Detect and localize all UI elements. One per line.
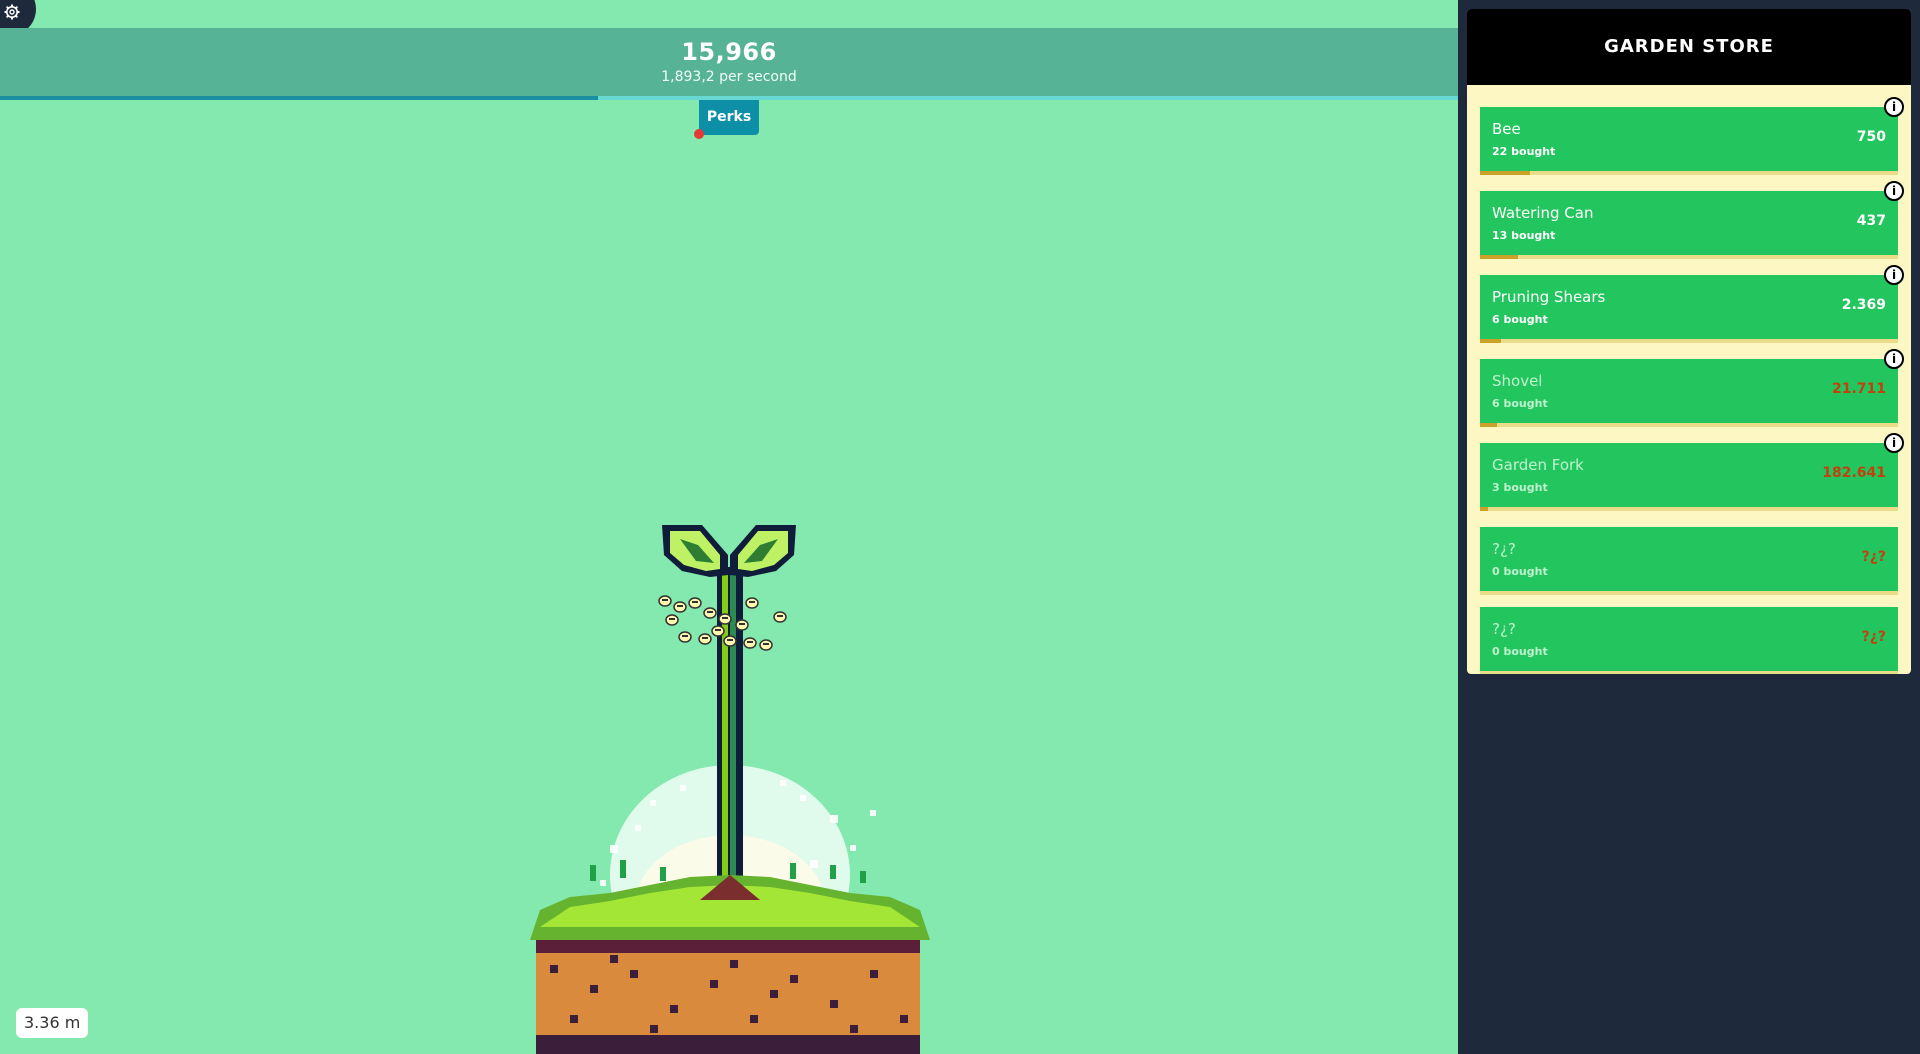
store-item-count: 22 bought	[1492, 145, 1556, 158]
store-item-price: 750	[1856, 129, 1886, 145]
store-item-count: 0 bought	[1492, 645, 1548, 658]
store-item[interactable]: ?¿? 0 bought ?¿?	[1480, 607, 1898, 674]
store-item[interactable]: Watering Can 13 bought 437 i	[1480, 181, 1904, 259]
store-item-price: 21.711	[1831, 381, 1886, 397]
notification-dot	[694, 129, 704, 139]
store-item-name: Bee	[1492, 120, 1521, 138]
store-item-count: 6 bought	[1492, 313, 1548, 326]
store-item-count: 3 bought	[1492, 481, 1548, 494]
score-bar: 15,966 1,893,2 per second	[0, 28, 1458, 98]
score-progress-fill	[0, 96, 598, 100]
store-item-name: ?¿?	[1492, 540, 1516, 558]
store-item-count: 0 bought	[1492, 565, 1548, 578]
store-item[interactable]: Bee 22 bought 750 i	[1480, 97, 1904, 175]
store-item-progress	[1480, 423, 1497, 427]
soil-block	[530, 860, 930, 1054]
info-icon[interactable]: i	[1884, 265, 1904, 285]
store-item-name: Watering Can	[1492, 204, 1594, 222]
store-item[interactable]: Shovel 6 bought 21.711 i	[1480, 349, 1904, 427]
store-title: GARDEN STORE	[1467, 9, 1911, 85]
store-item-name: ?¿?	[1492, 620, 1516, 638]
store-item[interactable]: Garden Fork 3 bought 182.641 i	[1480, 433, 1904, 511]
store-item[interactable]: ?¿? 0 bought ?¿?	[1480, 527, 1898, 595]
perks-button[interactable]: Perks	[699, 100, 759, 135]
info-icon[interactable]: i	[1884, 349, 1904, 369]
score-rate: 1,893,2 per second	[661, 69, 797, 85]
store-item-count: 6 bought	[1492, 397, 1548, 410]
info-icon[interactable]: i	[1884, 433, 1904, 453]
garden-store-panel: GARDEN STORE Bee 22 bought 750 i Watering Ca…	[1467, 9, 1911, 674]
score-value: 15,966	[681, 38, 777, 66]
plant-image[interactable]	[530, 515, 930, 1054]
store-item-price: ?¿?	[1861, 629, 1886, 645]
store-item-count: 13 bought	[1492, 229, 1556, 242]
height-indicator: 3.36 m	[16, 1008, 89, 1038]
info-icon[interactable]: i	[1884, 181, 1904, 201]
store-item-price: ?¿?	[1861, 549, 1886, 565]
store-item-progress	[1480, 339, 1501, 343]
store-item-price: 437	[1856, 213, 1886, 229]
store-item-name: Pruning Shears	[1492, 288, 1606, 306]
game-area[interactable]: 15,966 1,893,2 per second Perks 3.36 m	[0, 0, 1458, 1054]
store-item-progress	[1480, 255, 1518, 259]
info-icon[interactable]: i	[1884, 97, 1904, 117]
store-item[interactable]: Pruning Shears 6 bought 2.369 i	[1480, 265, 1904, 343]
store-item-name: Garden Fork	[1492, 456, 1584, 474]
store-item-progress	[1480, 171, 1531, 175]
store-item-price: 2.369	[1841, 297, 1886, 313]
store-sidebar: GARDEN STORE Bee 22 bought 750 i Watering Ca…	[1458, 0, 1920, 1054]
store-item-price: 182.641	[1822, 465, 1886, 481]
store-item-name: Shovel	[1492, 372, 1543, 390]
store-item-progress	[1480, 507, 1489, 511]
gear-icon	[4, 4, 20, 20]
